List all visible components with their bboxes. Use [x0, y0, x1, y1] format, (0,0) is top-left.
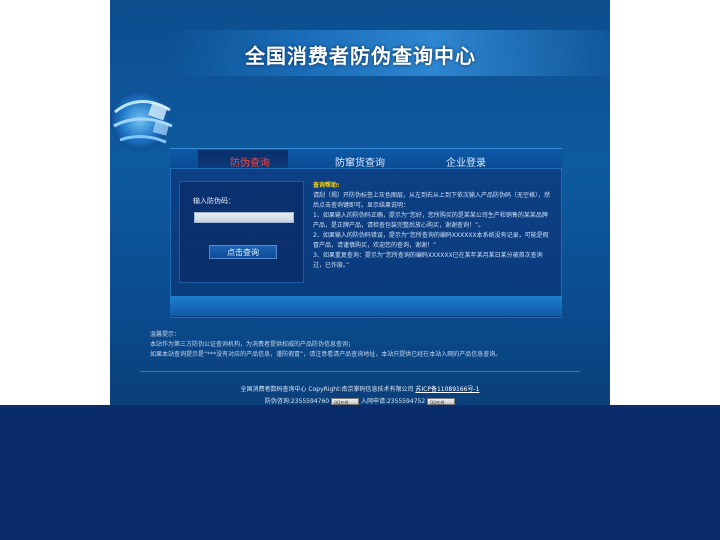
- main-container: 全国消费者防伪查询中心 防伪查询 防窜货查询 企业登录 输入防伪码： 点击查询 …: [110, 0, 610, 405]
- notice-line: 本站作为第三方防伪公证查询机构，为消费者提供权威的产品防伪信息查询；: [150, 341, 355, 348]
- icp-link[interactable]: 苏ICP备11089166号-1: [415, 386, 479, 393]
- anti-counterfeit-code-input[interactable]: [194, 212, 294, 223]
- qq-chat-icon[interactable]: QQ在线: [331, 398, 360, 405]
- site-title: 全国消费者防伪查询中心: [245, 44, 476, 68]
- query-form: 输入防伪码： 点击查询: [179, 181, 304, 283]
- copyright-text: 全国消费者数码查询中心 CopyRight:南京掌码信息技术有限公司: [240, 386, 414, 393]
- tab-anti-diversion-query[interactable]: 防窜货查询: [335, 154, 385, 169]
- tab-enterprise-login[interactable]: 企业登录: [446, 154, 486, 169]
- code-input-label: 输入防伪码：: [193, 197, 235, 205]
- tab-bar: 防伪查询 防窜货查询 企业登录: [170, 148, 562, 169]
- footer: 全国消费者数码查询中心 CopyRight:南京掌码信息技术有限公司 苏ICP备…: [110, 384, 610, 405]
- notice-line: 如果本站查询提示是“***没有对应的产品信息，谨防假冒”，请注意看清产品查询地址…: [150, 351, 502, 358]
- consult-text: 防伪咨询:2355594760: [264, 398, 330, 405]
- footer-line-contact: 防伪咨询:2355594760 QQ在线 入网申请:2355594752 QQ在…: [110, 396, 610, 405]
- help-line: 3、如果重复查询：提示为“您所查询的编码XXXXXX已在某年某月某日某分被首次查…: [313, 252, 543, 269]
- qq-chat-icon[interactable]: QQ在线: [427, 398, 456, 405]
- network-apply-text: 入网申请:2355594752: [360, 398, 426, 405]
- notice-section: 温馨提示： 本站作为第三方防伪公证查询机构，为消费者提供权威的产品防伪信息查询；…: [150, 330, 600, 360]
- help-line: 2、如果输入的防伪码错误，提示为“您所查询的编码XXXXXX本系统没有记录，可能…: [313, 232, 549, 249]
- notice-title: 温馨提示：: [150, 331, 181, 338]
- query-help: 查询帮助: 请刮（揭）开防伪标签上灰色图层，从左到右从上到下依次输入产品防伪码（…: [313, 181, 553, 271]
- panel-bottom-bar: [170, 296, 562, 316]
- tab-anti-counterfeit-query[interactable]: 防伪查询: [230, 154, 270, 169]
- help-line: 请刮（揭）开防伪标签上灰色图层，从左到右从上到下依次输入产品防伪码（无空格），然…: [313, 192, 551, 209]
- footer-line-copyright: 全国消费者数码查询中心 CopyRight:南京掌码信息技术有限公司 苏ICP备…: [110, 384, 610, 396]
- query-button[interactable]: 点击查询: [209, 245, 277, 259]
- help-title: 查询帮助:: [313, 182, 340, 189]
- page-background: 全国消费者防伪查询中心 防伪查询 防窜货查询 企业登录 输入防伪码： 点击查询 …: [0, 0, 720, 405]
- footer-divider: [140, 371, 580, 372]
- help-line: 1、如果输入的防伪码正确，提示为“您好，您所购买的是某某公司生产和销售的某某品牌…: [313, 212, 548, 229]
